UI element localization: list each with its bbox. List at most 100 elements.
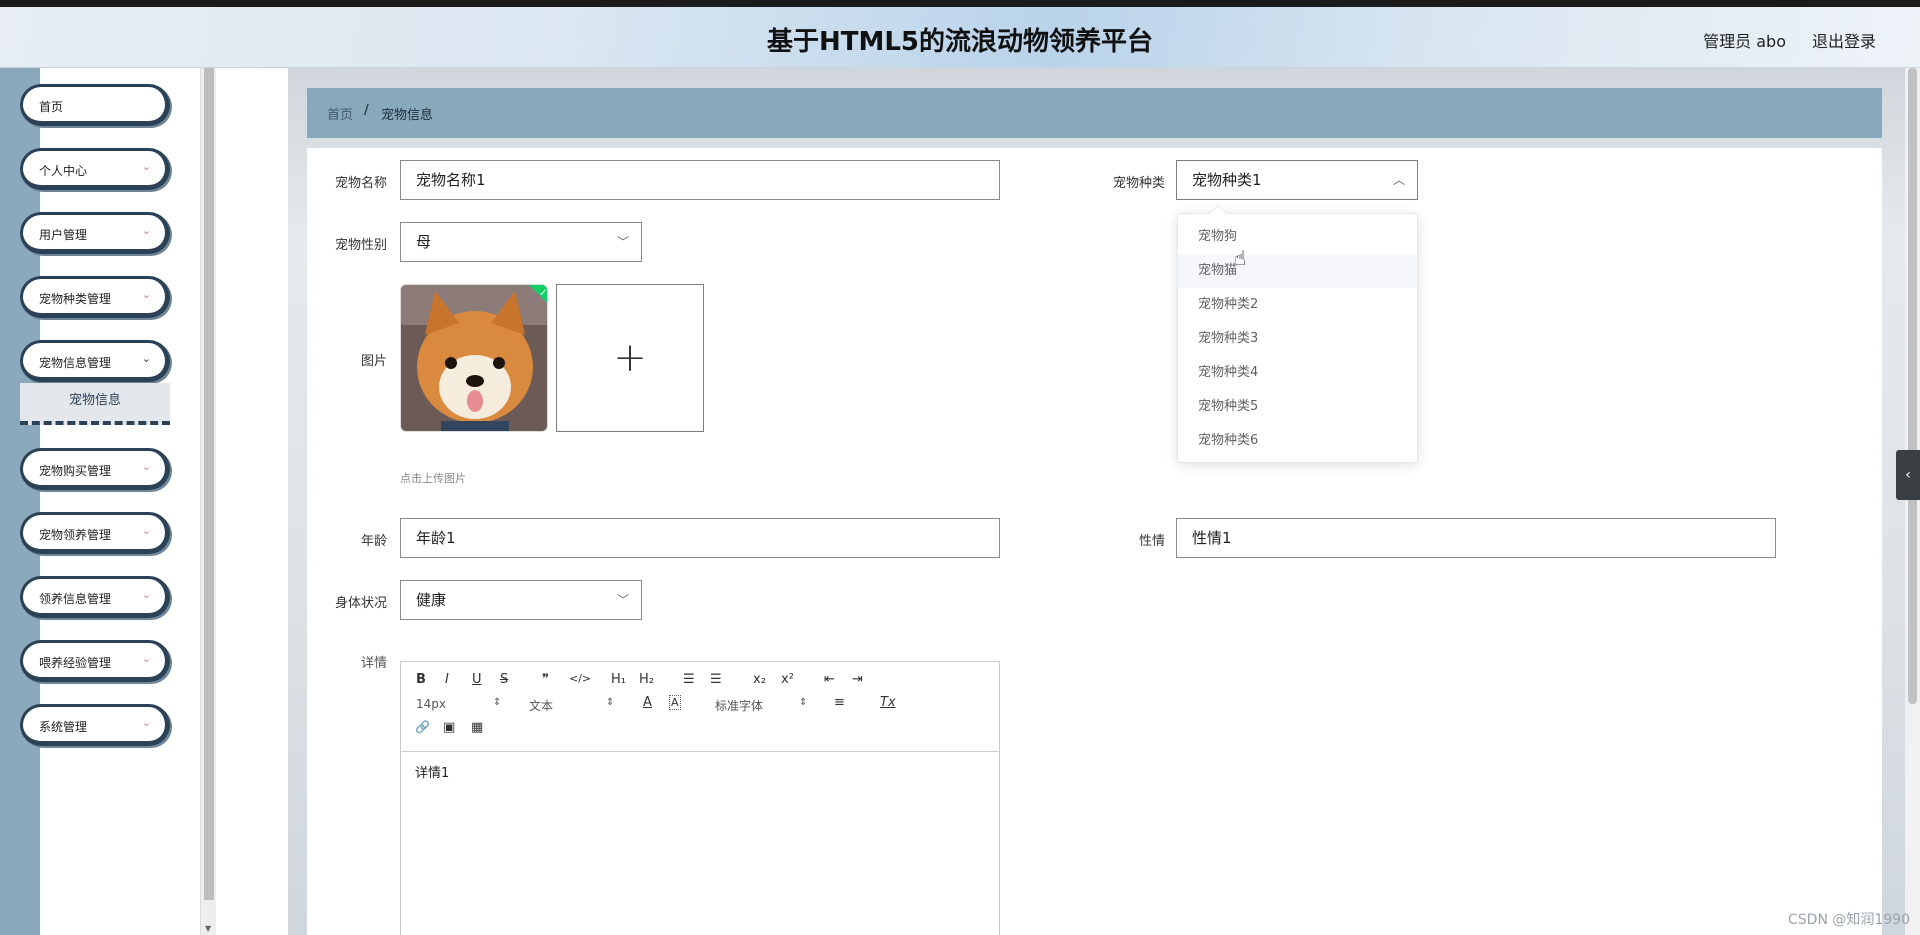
temper-input[interactable]: 性情1 (1176, 518, 1776, 558)
sidebar-item-feeding-experience-management[interactable]: 喂养经验管理 ⌄ (20, 640, 170, 682)
detail-label: 详情 (360, 656, 387, 671)
font-size-select[interactable]: 14px (416, 697, 446, 711)
sidebar-item-personal-center[interactable]: 个人中心 ⌄ (20, 148, 170, 190)
page-scrollbar-thumb[interactable] (1908, 68, 1917, 704)
image-icon[interactable]: ▣ (443, 720, 455, 735)
sidebar-item-label: 宠物信息管理 (39, 356, 112, 370)
sidebar-item-home[interactable]: 首页 (20, 84, 170, 126)
page-scrollbar[interactable] (1905, 68, 1920, 935)
bold-button[interactable]: B (416, 672, 426, 687)
age-input[interactable]: 年龄1 (400, 518, 1000, 558)
sidebar-item-label: 系统管理 (39, 720, 88, 734)
app-title: 基于HTML5的流浪动物领养平台 (766, 27, 1154, 57)
sidebar-scrollbar[interactable]: ▼ (200, 68, 216, 935)
image-label: 图片 (360, 354, 387, 369)
sidebar-item-label: 用户管理 (39, 228, 88, 242)
link-icon[interactable]: 🔗 (415, 720, 430, 734)
hand-cursor-icon: ☝ (1234, 246, 1247, 270)
sidebar-item-pet-adoption-management[interactable]: 宠物领养管理 ⌄ (20, 512, 170, 554)
pet-gender-value: 母 (416, 233, 432, 251)
dropdown-option[interactable]: 宠物种类3 (1178, 322, 1417, 356)
font-family-select[interactable]: 标准字体 (715, 697, 763, 714)
ordered-list-icon[interactable]: ☰ (683, 672, 695, 687)
background-color-icon[interactable]: A (669, 695, 681, 710)
code-icon[interactable]: </> (569, 672, 591, 685)
dropdown-option[interactable]: 宠物狗 (1178, 220, 1417, 254)
dropdown-option[interactable]: 宠物种类4 (1178, 356, 1417, 390)
underline-button[interactable]: U (472, 672, 482, 687)
sidebar-item-label: 喂养经验管理 (39, 656, 112, 670)
align-icon[interactable]: ≡ (834, 695, 845, 710)
chevron-down-icon: ﹀ (616, 593, 629, 607)
italic-button[interactable]: I (445, 672, 449, 687)
sidebar-scrollbar-thumb[interactable] (204, 68, 214, 900)
pet-type-select[interactable]: 宠物种类1 ︿ (1176, 160, 1418, 200)
h2-button[interactable]: H₂ (639, 672, 654, 687)
current-user: 管理员 abo (1703, 32, 1786, 51)
pet-type-label: 宠物种类 (1112, 176, 1165, 191)
dropdown-option[interactable]: 宠物种类5 (1178, 390, 1417, 424)
app-header: 基于HTML5的流浪动物领养平台 管理员 abo 退出登录 (0, 7, 1920, 68)
pet-name-input[interactable]: 宠物名称1 (400, 160, 1000, 200)
sidebar-item-pet-type-management[interactable]: 宠物种类管理 ⌄ (20, 276, 170, 318)
pet-gender-label: 宠物性别 (334, 238, 387, 253)
strike-button[interactable]: S (500, 672, 508, 687)
dropdown-option-hovered[interactable]: 宠物猫 (1178, 254, 1417, 288)
sidebar-item-adoption-info-management[interactable]: 领养信息管理 ⌄ (20, 576, 170, 618)
sidebar-item-pet-info-management[interactable]: 宠物信息管理 ⌄ (20, 340, 170, 382)
chevron-up-icon: ︿ (1392, 173, 1405, 187)
svg-text:✓: ✓ (539, 288, 547, 299)
upload-tip: 点击上传图片 (400, 472, 466, 485)
sidebar-item-user-management[interactable]: 用户管理 ⌄ (20, 212, 170, 254)
breadcrumb-current: 宠物信息 (381, 108, 434, 123)
dropdown-option[interactable]: 宠物种类2 (1178, 288, 1417, 322)
pet-gender-select[interactable]: 母 ﹀ (400, 222, 642, 262)
h1-button[interactable]: H₁ (611, 672, 626, 687)
dropdown-option[interactable]: 宠物种类6 (1178, 424, 1417, 458)
sidebar-panel (40, 68, 200, 935)
upload-add-button[interactable]: + (556, 284, 704, 432)
health-select[interactable]: 健康 ﹀ (400, 580, 642, 620)
video-icon[interactable]: ▦ (471, 720, 483, 735)
breadcrumb-separator: / (364, 103, 369, 118)
uploaded-dog-image[interactable]: ✓ (400, 284, 548, 432)
bullet-list-icon[interactable]: ☰ (710, 672, 722, 687)
shiba-dog-photo: ✓ (401, 285, 547, 431)
outdent-icon[interactable]: ⇤ (824, 672, 835, 687)
age-label: 年龄 (360, 534, 387, 549)
font-color-icon[interactable]: A (643, 695, 652, 710)
top-bar-edge (0, 0, 1920, 7)
sidebar-item-label: 领养信息管理 (39, 592, 112, 606)
temper-label: 性情 (1138, 534, 1165, 549)
chevron-down-icon: ⌄ (141, 224, 151, 237)
select-arrows-icon: ⇕ (606, 697, 615, 708)
sidebar-item-pet-purchase-management[interactable]: 宠物购买管理 ⌄ (20, 448, 170, 490)
editor-content[interactable]: 详情1 (415, 762, 449, 781)
sidebar-item-system-management[interactable]: 系统管理 ⌄ (20, 704, 170, 746)
clear-format-icon[interactable]: Tx (880, 695, 896, 710)
chevron-down-icon: ﹀ (616, 235, 629, 249)
main-gutter (216, 68, 288, 935)
chevron-up-icon: ⌄ (141, 352, 151, 365)
health-value: 健康 (416, 591, 447, 609)
block-type-select[interactable]: 文本 (529, 697, 553, 714)
indent-icon[interactable]: ⇥ (852, 672, 863, 687)
sidebar-item-label: 宠物购买管理 (39, 464, 112, 478)
sidebar-rail (0, 68, 40, 935)
chevron-down-icon: ⌄ (141, 460, 151, 473)
pet-type-value: 宠物种类1 (1192, 171, 1262, 189)
chevron-down-icon: ⌄ (141, 716, 151, 729)
pet-name-label: 宠物名称 (334, 176, 387, 191)
sidebar-item-label: 宠物领养管理 (39, 528, 112, 542)
chevron-down-icon: ⌄ (141, 288, 151, 301)
collapse-panel-button[interactable]: ‹ (1896, 450, 1920, 500)
subscript-button[interactable]: x₂ (753, 672, 766, 687)
logout-link[interactable]: 退出登录 (1812, 28, 1876, 52)
select-arrows-icon: ⇕ (493, 697, 502, 708)
scroll-down-icon[interactable]: ▼ (205, 924, 211, 933)
quote-icon[interactable]: ❞ (542, 672, 549, 687)
breadcrumb-home-link[interactable]: 首页 (327, 104, 353, 123)
pet-info-form: 宠物名称 宠物名称1 宠物种类 宠物种类1 ︿ 宠物性别 母 ﹀ 图片 ✓ + … (307, 148, 1882, 935)
sidebar-subitem-pet-info[interactable]: 宠物信息 (20, 383, 170, 425)
superscript-button[interactable]: x² (781, 672, 794, 687)
